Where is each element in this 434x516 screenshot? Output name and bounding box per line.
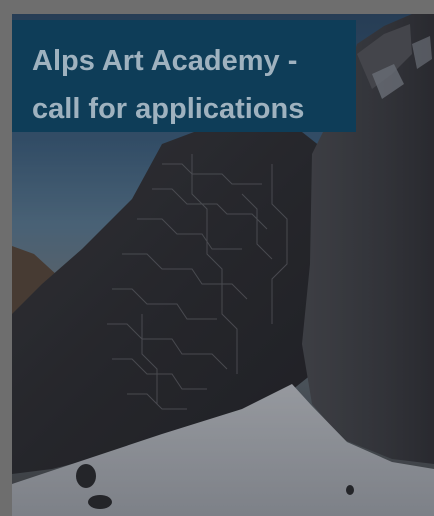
title-banner: Alps Art Academy - call for applications [12, 20, 356, 132]
academy-card[interactable]: Alps Art Academy - call for applications [12, 14, 434, 516]
card-title[interactable]: Alps Art Academy - call for applications [32, 37, 352, 133]
